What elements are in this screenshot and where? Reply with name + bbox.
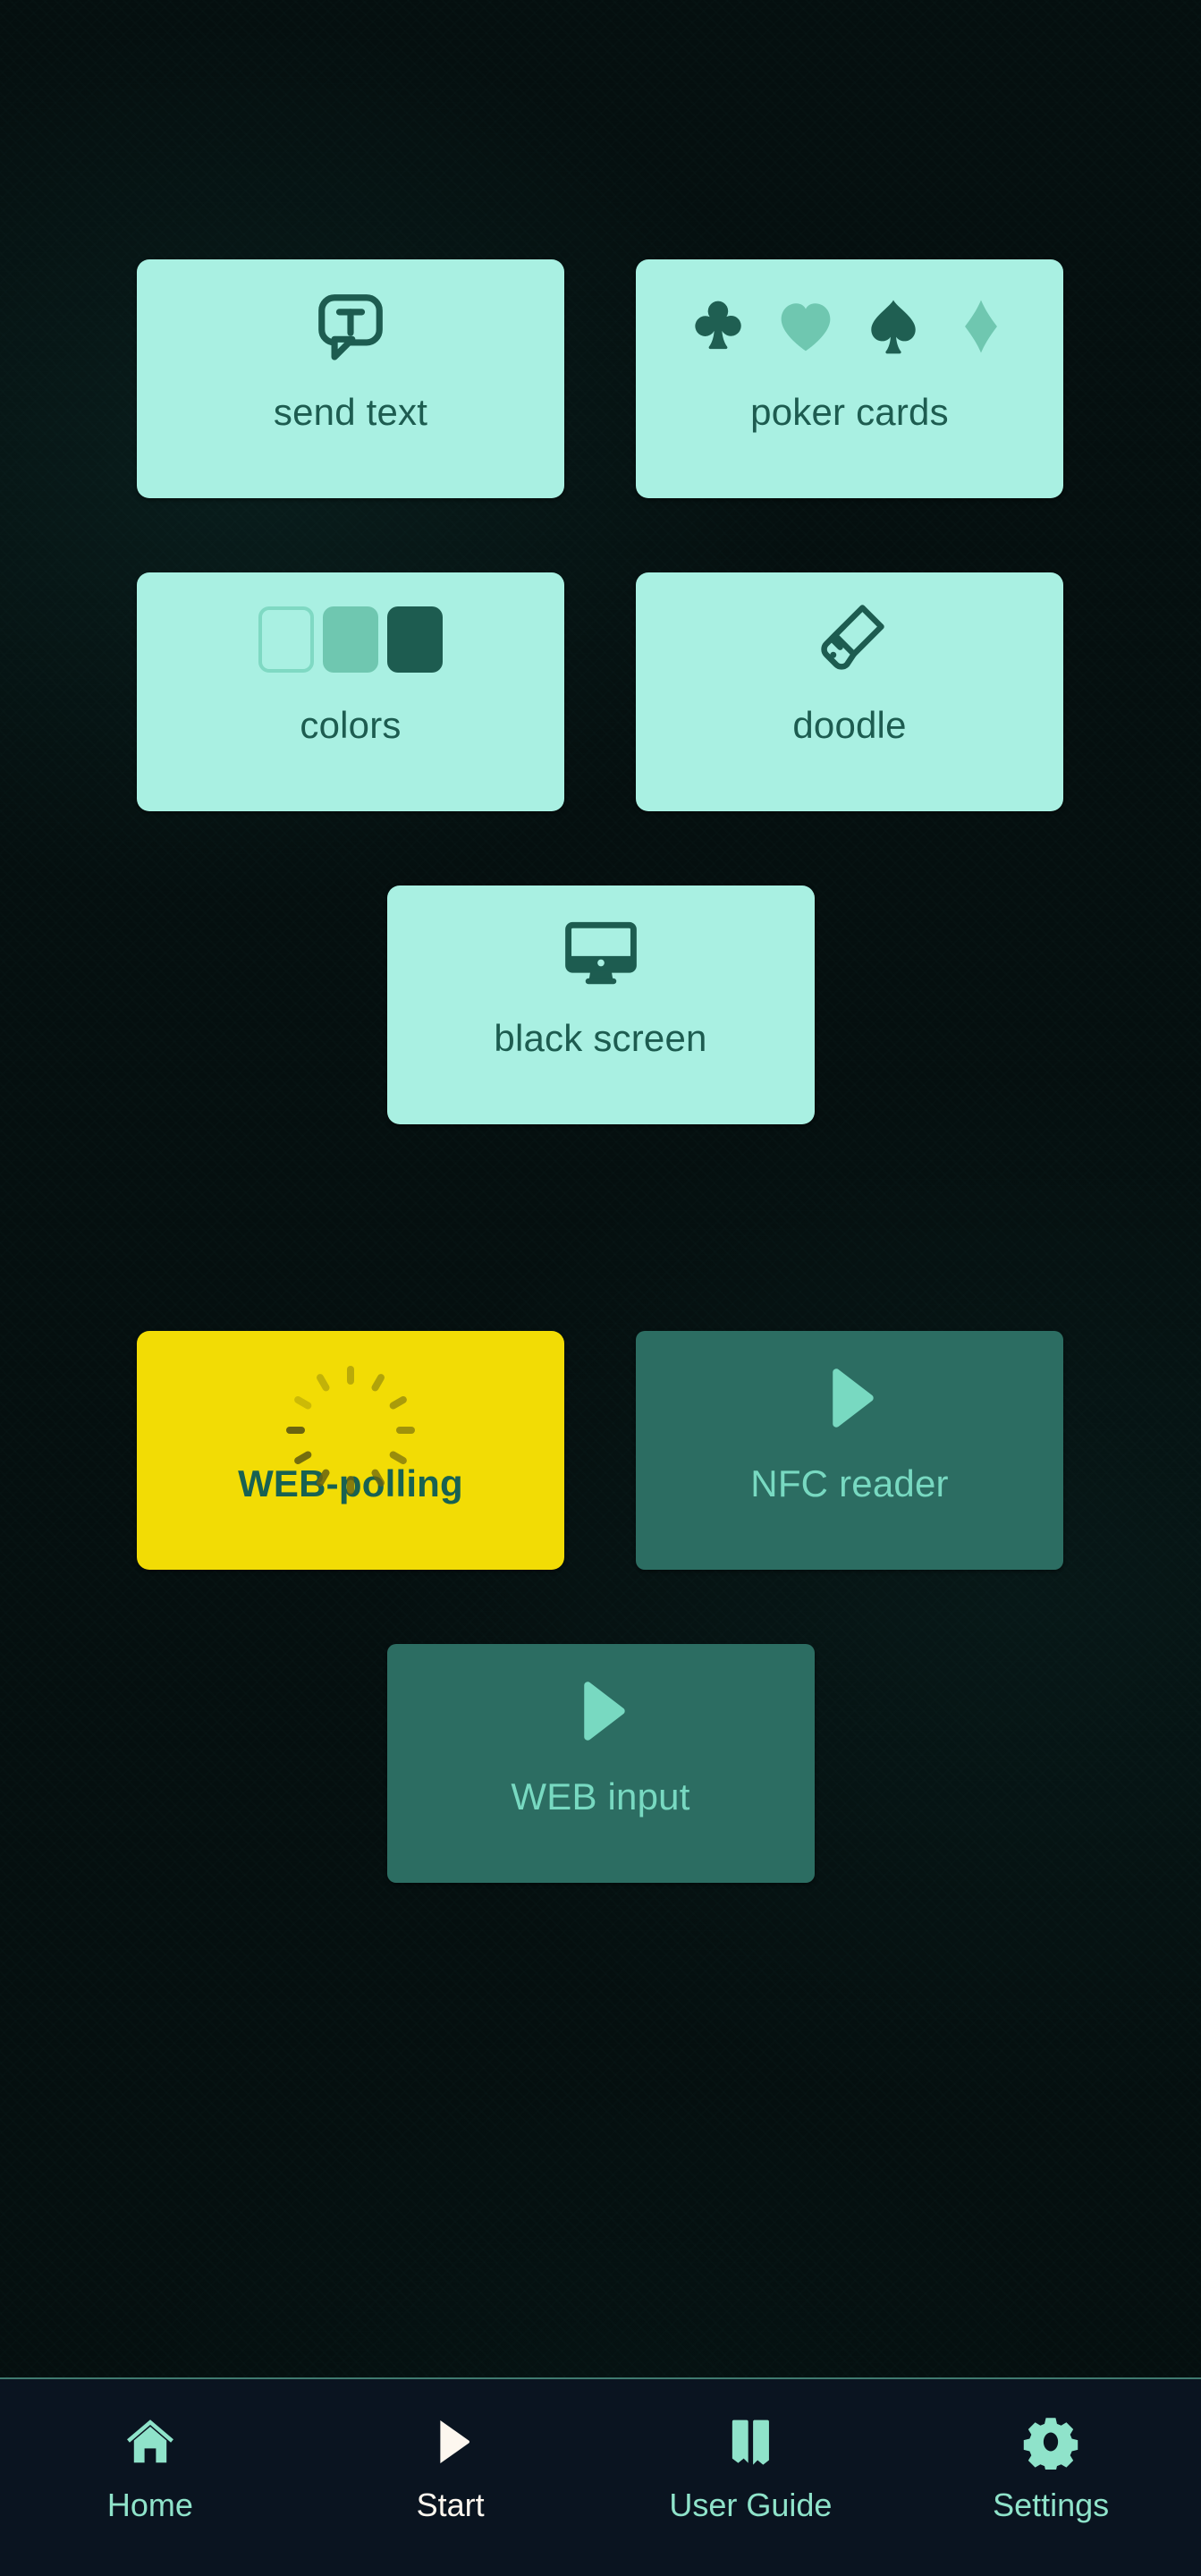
card-label: WEB input xyxy=(511,1775,690,1818)
card-label: poker cards xyxy=(750,391,949,433)
play-icon xyxy=(423,2413,478,2470)
card-row-4: WEB-polling NFC reader xyxy=(137,1331,1064,1570)
spade-suit-icon xyxy=(871,300,916,354)
card-web-input[interactable]: WEB input xyxy=(386,1644,815,1883)
card-row-1: send text poker cards xyxy=(137,259,1064,498)
gear-icon xyxy=(1023,2413,1078,2470)
card-row-3: black screen xyxy=(137,886,1064,1124)
paint-brush-icon xyxy=(636,572,1063,707)
nav-item-user-guide[interactable]: User Guide xyxy=(601,2379,901,2524)
card-label: doodle xyxy=(792,704,907,746)
grid-spacer xyxy=(137,1199,1064,1331)
nav-label: Settings xyxy=(993,2487,1110,2523)
heart-suit-icon xyxy=(781,303,831,352)
color-swatch-outline xyxy=(258,606,314,673)
loading-spinner-icon xyxy=(137,1331,564,1495)
color-swatches-icon xyxy=(137,572,564,707)
playing-card-suits-icon xyxy=(636,259,1063,394)
card-colors[interactable]: colors xyxy=(137,572,564,811)
card-doodle[interactable]: doodle xyxy=(636,572,1063,811)
nav-label: Home xyxy=(106,2487,193,2523)
nav-item-settings[interactable]: Settings xyxy=(901,2379,1201,2524)
diamond-suit-icon xyxy=(965,300,997,353)
card-nfc-reader[interactable]: NFC reader xyxy=(636,1331,1063,1570)
speech-bubble-text-icon xyxy=(137,259,564,394)
club-suit-icon xyxy=(695,301,741,350)
card-row-5: WEB input xyxy=(137,1644,1064,1883)
card-label: black screen xyxy=(494,1017,707,1059)
open-book-icon xyxy=(723,2413,778,2470)
nav-item-home[interactable]: Home xyxy=(0,2379,300,2524)
card-black-screen[interactable]: black screen xyxy=(386,886,815,1124)
monitor-icon xyxy=(387,886,815,1020)
card-poker-cards[interactable]: poker cards xyxy=(636,259,1063,498)
card-label: colors xyxy=(300,704,402,746)
card-web-polling[interactable]: WEB-polling xyxy=(137,1331,564,1570)
card-send-text[interactable]: send text xyxy=(137,259,564,498)
play-triangle-icon xyxy=(636,1331,1063,1465)
nav-label: User Guide xyxy=(669,2487,833,2523)
card-row-2: colors doodle xyxy=(137,572,1064,811)
home-icon xyxy=(123,2413,178,2470)
app-root: send text poker cards colors doodle blac… xyxy=(0,0,1201,2576)
color-swatch-mid xyxy=(323,606,378,673)
nav-label: Start xyxy=(416,2487,485,2523)
nav-item-start[interactable]: Start xyxy=(300,2379,601,2524)
card-label: NFC reader xyxy=(750,1462,949,1504)
color-swatch-dark xyxy=(387,606,443,673)
play-triangle-icon xyxy=(387,1644,815,1778)
bottom-navigation-bar: Home Start User Guide Settings xyxy=(0,2377,1201,2576)
feature-card-grid: send text poker cards colors doodle blac… xyxy=(137,259,1064,1957)
card-label: send text xyxy=(273,391,428,433)
